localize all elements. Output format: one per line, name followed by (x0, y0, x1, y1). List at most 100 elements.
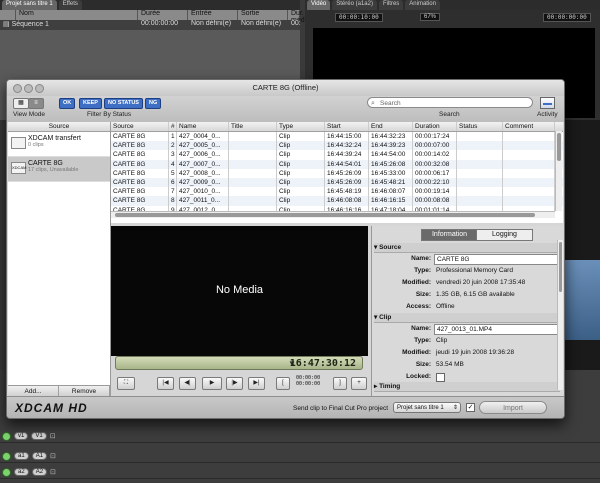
add-source-button[interactable]: Add... (8, 386, 59, 396)
browser-row-sequence[interactable]: ▤ Séquence 1 00:00:00:00 Non défini(e) N… (0, 20, 300, 30)
cell-title (229, 159, 277, 169)
col-comment[interactable]: Comment (503, 122, 555, 131)
track-a1-audible-toggle[interactable] (2, 451, 11, 461)
track-a2-audible-toggle[interactable] (2, 467, 11, 477)
locked-checkbox[interactable] (436, 373, 445, 382)
fcp-right-panel (565, 120, 600, 370)
source-item-carte-8g[interactable]: XDCAM CARTE 8G 17 clips, Unavailable (8, 157, 110, 182)
table-vertical-scrollbar[interactable] (555, 131, 562, 211)
col-number[interactable]: # (169, 122, 177, 131)
cell-source: CARTE 8G (111, 132, 169, 142)
track-a1-source[interactable]: a1 (14, 452, 29, 460)
source-header: Source (8, 122, 110, 132)
track-v1-lock-icon[interactable]: ⊡ (50, 432, 56, 440)
window-titlebar[interactable]: CARTE 8G (Offline) (7, 80, 564, 96)
source-section-header[interactable]: ▾ Source (374, 243, 560, 253)
browser-col-media[interactable]: Dur. média (288, 10, 310, 24)
table-hscroll-thumb[interactable] (115, 213, 535, 217)
tab-logging[interactable]: Logging (476, 229, 533, 241)
cell-number: 5 (169, 168, 177, 178)
track-v1-dest[interactable]: V1 (31, 432, 47, 440)
name-field[interactable]: CARTE 8G (434, 254, 558, 265)
track-v1-visibility-toggle[interactable] (2, 431, 11, 441)
fullscreen-button[interactable]: ⛶ (117, 377, 135, 390)
browser-tab-project[interactable]: Projet sans titre 1 (2, 0, 57, 10)
track-a2-dest[interactable]: A2 (31, 468, 48, 476)
remove-source-button[interactable]: Remove (59, 386, 110, 396)
source-item-name: XDCAM transfert (28, 135, 81, 142)
table-horizontal-scrollbar[interactable] (111, 211, 555, 218)
cell-number: 3 (169, 150, 177, 160)
canvas-zoom-select[interactable]: 67% (420, 13, 441, 21)
cell-end: 16:45:33:00 (369, 168, 413, 178)
table-row[interactable]: CARTE 8G 7 427_0010_0... Clip 16:45:48:19 16:… (111, 187, 563, 197)
close-window-button[interactable] (13, 84, 22, 93)
info-scrollbar[interactable] (557, 240, 563, 390)
table-row[interactable]: CARTE 8G 1 427_0004_0... Clip 16:44:15:00 16:… (111, 132, 563, 142)
filter-no-status-button[interactable]: NO STATUS (104, 98, 143, 109)
filter-ng-button[interactable]: NG (145, 98, 162, 109)
go-to-start-button[interactable]: |◀ (157, 377, 174, 390)
source-item-xdcam-transfert[interactable]: XDCAM transfert 0 clips (8, 132, 110, 157)
col-name[interactable]: Name (177, 122, 229, 131)
scrub-bar[interactable]: ▼ 16:47:30:12 (115, 356, 363, 370)
table-row[interactable]: CARTE 8G 6 427_0009_0... Clip 16:45:26:09 16:… (111, 177, 563, 188)
send-to-fcp-checkbox[interactable]: ✓ (466, 403, 475, 412)
timing-section-header[interactable]: ▸ Timing (374, 382, 560, 392)
info-scroll-thumb[interactable] (559, 242, 562, 292)
info-row: Access: Offline (372, 302, 558, 312)
step-back-button[interactable]: ◀| (179, 377, 196, 390)
canvas-tab-animation[interactable]: Animation (405, 0, 440, 10)
browser-col-name[interactable]: Nom (16, 10, 138, 20)
canvas-tab-filters[interactable]: Filtres (378, 0, 404, 10)
browser-col-out[interactable]: Sortie (238, 10, 288, 20)
col-type[interactable]: Type (277, 122, 325, 131)
canvas-tab-stereo[interactable]: Stéréo (a1a2) (332, 0, 377, 10)
zoom-window-button[interactable] (35, 84, 44, 93)
canvas-current-timecode[interactable]: 00:00:00:00 (543, 13, 591, 22)
list-view-button[interactable]: ≡ (28, 98, 44, 109)
track-a2-source[interactable]: a2 (14, 468, 29, 476)
name-field[interactable]: 427_0013_01.MP4 (434, 324, 558, 335)
browser-col-in[interactable]: Entrée (188, 10, 238, 20)
step-forward-button[interactable]: |▶ (226, 377, 243, 390)
table-row[interactable]: CARTE 8G 3 427_0006_0... Clip 16:44:39:24 16:… (111, 150, 563, 160)
tab-information[interactable]: Information (421, 229, 478, 241)
track-a2-lock-icon[interactable]: ⊡ (50, 468, 56, 476)
browser-col-icon[interactable] (0, 10, 16, 20)
track-a1-dest[interactable]: A1 (31, 452, 48, 460)
canvas-tab-video[interactable]: Vidéo (307, 0, 331, 10)
col-source[interactable]: Source (111, 122, 169, 131)
col-duration[interactable]: Duration (413, 122, 457, 131)
go-to-end-button[interactable]: ▶| (248, 377, 265, 390)
browser-tab-effects[interactable]: Effets (58, 0, 82, 10)
col-start[interactable]: Start (325, 122, 369, 131)
track-v1-source[interactable]: v1 (14, 432, 29, 440)
table-row[interactable]: CARTE 8G 8 427_0011_0... Clip 16:46:08:08 16:… (111, 196, 563, 206)
search-placeholder: Search (380, 100, 401, 107)
add-subclip-button[interactable]: + (351, 377, 367, 390)
filter-keep-button[interactable]: KEEP (79, 98, 102, 109)
thumbnail-view-button[interactable]: ▦ (13, 98, 29, 109)
browser-col-duration[interactable]: Durée (138, 10, 188, 20)
col-status[interactable]: Status (457, 122, 503, 131)
activity-button[interactable] (540, 97, 555, 109)
minimize-window-button[interactable] (24, 84, 33, 93)
filter-ok-button[interactable]: OK (59, 98, 76, 109)
track-a1-lock-icon[interactable]: ⊡ (50, 452, 56, 460)
col-title[interactable]: Title (229, 122, 277, 131)
table-row[interactable]: CARTE 8G 2 427_0005_0... Clip 16:44:32:24 16:… (111, 141, 563, 151)
table-vscroll-thumb[interactable] (557, 133, 561, 161)
canvas-duration-timecode[interactable]: 00:00:10:00 (335, 13, 383, 22)
mark-in-button[interactable]: [ (276, 377, 290, 390)
clip-section-header[interactable]: ▾ Clip (374, 313, 560, 323)
search-field[interactable]: ⌕ Search (367, 97, 533, 108)
import-button[interactable]: Import (479, 401, 547, 414)
table-row[interactable]: CARTE 8G 4 427_0007_0... Clip 16:44:54:01 16:… (111, 159, 563, 169)
play-button[interactable]: ▶ (202, 377, 222, 390)
table-row[interactable]: CARTE 8G 5 427_0008_0... Clip 16:45:26:09 16:… (111, 168, 563, 178)
project-select[interactable]: Projet sans titre 1 ⇕ (393, 402, 461, 413)
col-end[interactable]: End (369, 122, 413, 131)
mark-out-button[interactable]: ] (333, 377, 347, 390)
info-row: Size: 53.54 MB (372, 360, 558, 370)
